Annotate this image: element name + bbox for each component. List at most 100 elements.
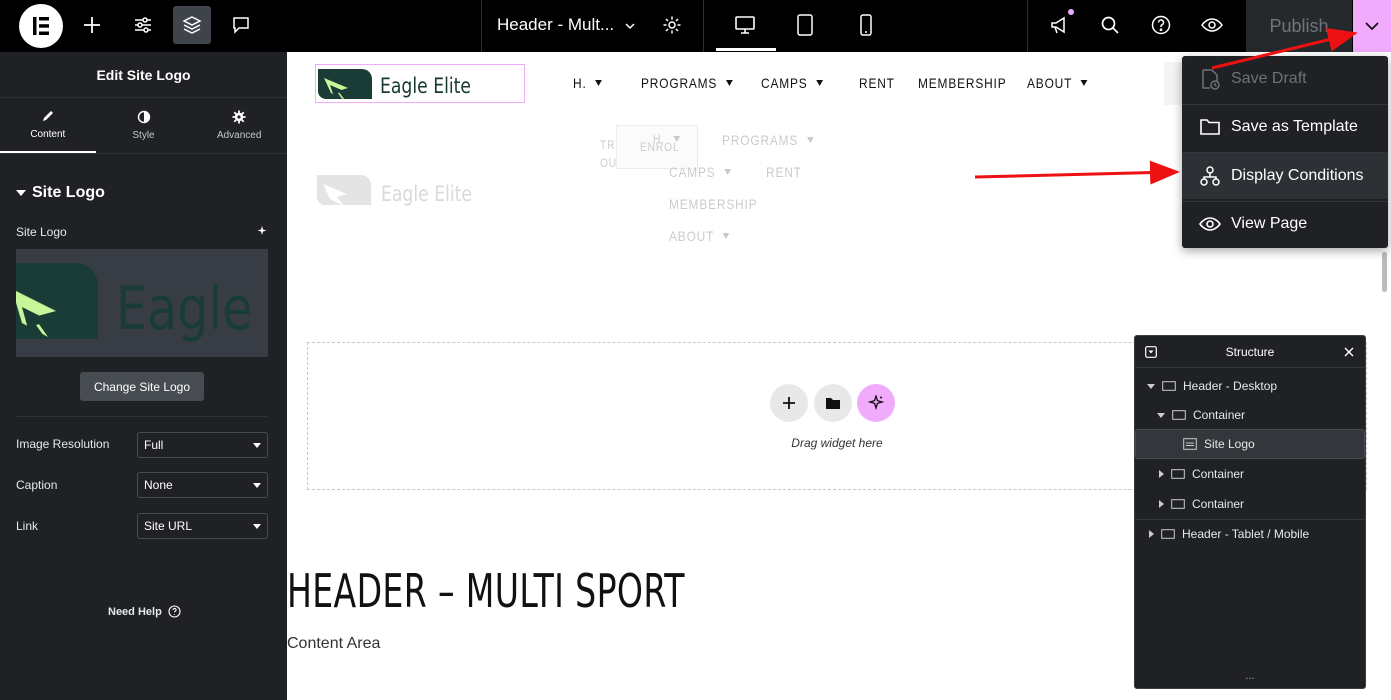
- tab-advanced-label: Advanced: [216, 130, 262, 141]
- caret-down-icon: [725, 80, 733, 86]
- caret-right-icon: [1159, 500, 1164, 508]
- menu-item-save-as-template[interactable]: Save as Template: [1182, 105, 1388, 149]
- structure-row-container[interactable]: Container: [1135, 400, 1365, 430]
- caret-right-icon: [1149, 530, 1154, 538]
- topbar-divider: [703, 0, 704, 52]
- search-icon[interactable]: [1091, 6, 1129, 44]
- publish-button[interactable]: Publish: [1246, 0, 1352, 52]
- structure-row-label: Site Logo: [1204, 437, 1255, 451]
- caret-down-icon: [595, 80, 602, 86]
- container-icon: [1172, 410, 1186, 420]
- elementor-logo-icon[interactable]: [19, 4, 63, 48]
- nav-item-membership[interactable]: MEMBERSHIP: [918, 75, 1007, 91]
- add-element-icon[interactable]: [73, 6, 111, 44]
- ghost-home-label: H.: [653, 132, 665, 146]
- menu-label: Display Conditions: [1231, 167, 1364, 184]
- ghost-camps-label: CAMPS: [669, 164, 716, 180]
- document-title[interactable]: Header - Mult...: [497, 15, 614, 35]
- menu-label: Save as Template: [1231, 118, 1358, 135]
- nav-item-about[interactable]: ABOUT: [1027, 75, 1088, 91]
- structure-row-container[interactable]: Container: [1135, 489, 1365, 519]
- nav-camps-label: CAMPS: [761, 75, 808, 91]
- image-resolution-label: Image Resolution: [16, 437, 110, 451]
- panel-title: Edit Site Logo: [0, 52, 287, 98]
- content-area-text: Content Area: [287, 635, 381, 652]
- structure-panel: Structure Header - Desktop Container Sit…: [1134, 335, 1366, 689]
- chevron-down-icon[interactable]: [624, 20, 636, 32]
- caret-down-icon: [16, 190, 26, 196]
- caret-down-icon: [1080, 80, 1088, 86]
- menu-item-save-draft[interactable]: Save Draft: [1182, 57, 1388, 101]
- canvas-scrollbar[interactable]: [1382, 252, 1387, 292]
- tab-style[interactable]: Style: [96, 98, 192, 153]
- structure-resize-handle[interactable]: ...: [1135, 671, 1365, 682]
- caret-down-icon: [1157, 412, 1165, 418]
- close-icon[interactable]: [1344, 347, 1354, 357]
- add-template-folder-icon[interactable]: [814, 384, 852, 422]
- caret-down-icon: [253, 443, 261, 448]
- topbar-divider: [481, 0, 482, 52]
- eagle-logo-mark-icon: [317, 175, 371, 206]
- menu-item-view-page[interactable]: View Page: [1182, 202, 1388, 246]
- nav-item-camps[interactable]: CAMPS: [761, 75, 823, 91]
- eagle-logo-mark-icon: [16, 263, 98, 339]
- caret-down-icon: [724, 169, 731, 175]
- caption-value: None: [144, 478, 173, 492]
- structure-row-site-logo[interactable]: Site Logo: [1135, 429, 1365, 459]
- ai-sparkle-icon[interactable]: [857, 384, 895, 422]
- tab-advanced[interactable]: Advanced: [191, 98, 287, 153]
- page-settings-gear-icon[interactable]: [653, 6, 691, 44]
- ai-sparkle-icon[interactable]: [256, 225, 268, 237]
- preview-eye-icon[interactable]: [1193, 6, 1231, 44]
- site-logo-label: Site Logo: [16, 225, 67, 239]
- structure-toggle-icon[interactable]: [1145, 346, 1157, 358]
- eagle-logo-mark-icon: [318, 69, 372, 100]
- nav-membership-label: MEMBERSHIP: [918, 75, 1007, 91]
- active-device-indicator: [716, 48, 776, 51]
- structure-row-container[interactable]: Container: [1135, 459, 1365, 489]
- structure-row-label: Header - Desktop: [1183, 379, 1278, 393]
- structure-layers-icon[interactable]: [173, 6, 211, 44]
- site-logo-widget[interactable]: Eagle Elite: [315, 64, 525, 103]
- container-icon: [1171, 499, 1185, 509]
- nav-item-rent[interactable]: RENT: [859, 75, 895, 91]
- site-logo-preview[interactable]: Eagle E: [16, 249, 268, 357]
- section-toggle-site-logo[interactable]: Site Logo: [16, 184, 105, 202]
- structure-row-header-desktop[interactable]: Header - Desktop: [1135, 371, 1365, 401]
- nav-item-home[interactable]: H.: [573, 75, 602, 91]
- structure-header: Structure: [1135, 336, 1365, 368]
- comments-icon[interactable]: [222, 6, 260, 44]
- page-heading: HEADER – MULTI SPORT: [287, 564, 685, 618]
- change-site-logo-button[interactable]: Change Site Logo: [80, 372, 204, 401]
- structure-row-label: Header - Tablet / Mobile: [1182, 527, 1310, 541]
- caret-down-icon: [816, 80, 823, 86]
- add-section-plus-icon[interactable]: [770, 384, 808, 422]
- caret-right-icon: [1159, 470, 1164, 478]
- tab-content-label: Content: [30, 129, 66, 140]
- top-bar: Header - Mult... Publish: [0, 0, 1391, 52]
- help-question-icon[interactable]: [1142, 6, 1180, 44]
- link-select[interactable]: Site URL: [137, 513, 268, 539]
- menu-label: View Page: [1231, 215, 1308, 232]
- mobile-view-icon[interactable]: [847, 6, 885, 44]
- nav-programs-label: PROGRAMS: [641, 75, 718, 91]
- eye-icon: [1199, 217, 1221, 231]
- structure-row-label: Container: [1192, 497, 1245, 511]
- tablet-view-icon[interactable]: [786, 6, 824, 44]
- header-cta-edge: [1164, 62, 1184, 105]
- caption-select[interactable]: None: [137, 472, 268, 498]
- desktop-view-icon[interactable]: [726, 6, 764, 44]
- need-help-link[interactable]: Need Help: [108, 605, 181, 618]
- need-help-label: Need Help: [108, 605, 162, 618]
- caption-label: Caption: [16, 478, 58, 492]
- menu-item-display-conditions[interactable]: Display Conditions: [1182, 153, 1388, 199]
- structure-row-label: Container: [1193, 408, 1246, 422]
- nav-item-programs[interactable]: PROGRAMS: [641, 75, 733, 91]
- caret-down-icon: [253, 524, 261, 529]
- image-resolution-select[interactable]: Full: [137, 432, 268, 458]
- site-settings-sliders-icon[interactable]: [124, 6, 162, 44]
- tab-content[interactable]: Content: [0, 98, 96, 153]
- structure-row-header-tablet-mobile[interactable]: Header - Tablet / Mobile: [1135, 519, 1365, 549]
- publish-options-chevron-icon[interactable]: [1353, 0, 1391, 52]
- ghost-about: ABOUT: [669, 228, 730, 244]
